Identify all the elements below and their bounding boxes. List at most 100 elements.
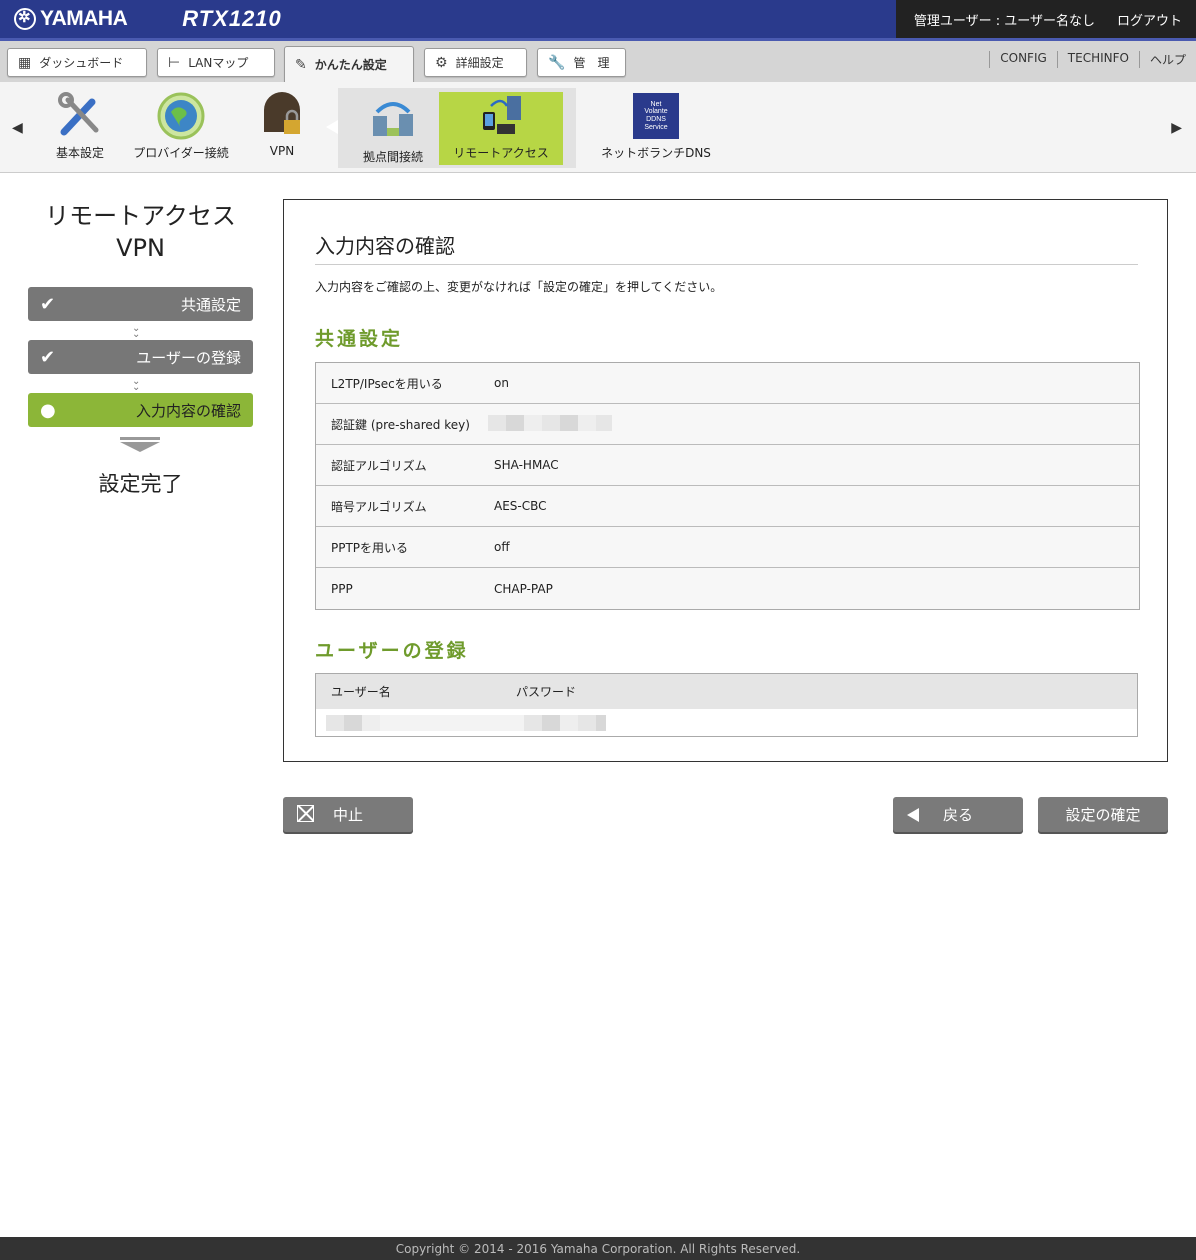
globe-icon [157, 92, 205, 140]
subgroup-pointer [326, 120, 338, 134]
masked-password [524, 715, 606, 731]
wizard-title: リモートアクセス VPN [28, 200, 253, 264]
tab-label: 詳細設定 [455, 56, 504, 70]
icon-item-basic-setup[interactable]: 基本設定 [50, 92, 110, 161]
row-key: PPP [331, 581, 353, 596]
ddns-icon: Net Volante DDNS Service [632, 92, 680, 140]
tab-manage[interactable]: 🔧 管 理 [537, 48, 626, 77]
table-row: 認証アルゴリズム SHA-HMAC [316, 445, 1139, 486]
row-value: CHAP-PAP [494, 581, 553, 596]
yamaha-logo: YAMAHA [14, 7, 128, 31]
row-value-masked [488, 414, 1139, 434]
icon-item-provider[interactable]: プロバイダー接続 [128, 92, 234, 161]
tab-lanmap[interactable]: ⊢ LANマップ [157, 48, 275, 77]
site-to-site-icon [369, 96, 417, 144]
table-row: 暗号アルゴリズム AES-CBC [316, 486, 1139, 527]
help-link[interactable]: ヘルプ [1138, 51, 1196, 68]
icon-item-label: 基本設定 [55, 146, 104, 160]
top-links: CONFIG TECHINFO ヘルプ [989, 51, 1196, 68]
function-icon-strip: ◀ 基本設定 プロバイダー接続 VPN 拠点間接続 リモートアクセス Net V… [0, 82, 1196, 173]
tab-label: LANマップ [188, 56, 249, 70]
column-header: パスワード [516, 685, 577, 699]
wizard-step-users: ✔ ユーザーの登録 [28, 340, 253, 374]
wizard-step-common: ✔ 共通設定 [28, 287, 253, 321]
users-table: ユーザー名 パスワード [315, 673, 1138, 737]
row-value: off [494, 540, 510, 554]
table-row: 認証鍵 (pre-shared key) [316, 404, 1139, 445]
icon-item-vpn[interactable]: VPN [255, 92, 309, 158]
wizard-title-main: リモートアクセス [45, 202, 236, 230]
logout-link[interactable]: ログアウト [1117, 10, 1182, 29]
check-icon: ✔ [40, 293, 56, 315]
check-icon: ✔ [40, 346, 56, 368]
ddns-badge-net: Net [650, 100, 662, 108]
footer-copyright: Copyright © 2014 - 2016 Yamaha Corporati… [0, 1237, 1196, 1260]
tab-label: 管 理 [573, 56, 610, 70]
remote-access-icon [477, 92, 525, 140]
step-label: 入力内容の確認 [135, 401, 241, 420]
tab-label: かんたん設定 [314, 58, 387, 72]
row-value: on [494, 376, 509, 390]
techinfo-link[interactable]: TECHINFO [1056, 51, 1139, 68]
row-value: SHA-HMAC [494, 458, 559, 472]
down-arrow-icon [120, 437, 160, 457]
wizard-title-sub: VPN [116, 234, 165, 262]
step-chevron-icon: ⌄ ⌄ [132, 323, 141, 340]
table-row: PPTPを用いる off [316, 527, 1139, 568]
row-key: PPTPを用いる [331, 540, 409, 555]
tools-icon [56, 92, 104, 140]
back-arrow-icon [907, 805, 919, 822]
wizard-step-confirm: ● 入力内容の確認 [28, 393, 253, 427]
common-settings-table: L2TP/IPsecを用いる on 認証鍵 (pre-shared key) 認… [315, 362, 1140, 610]
row-key: 認証アルゴリズム [331, 458, 427, 473]
row-key: 暗号アルゴリズム [331, 499, 427, 514]
tab-advanced[interactable]: ⚙ 詳細設定 [424, 48, 527, 77]
scroll-right-icon[interactable]: ▶ [1171, 120, 1182, 136]
tab-label: ダッシュボード [39, 56, 124, 70]
confirm-settings-button[interactable]: 設定の確定 [1038, 797, 1168, 832]
wizard-final-step: 設定完了 [98, 472, 183, 496]
cancel-button[interactable]: 中止 [283, 797, 413, 832]
back-button[interactable]: 戻る [893, 797, 1023, 832]
lanmap-icon: ⊢ [168, 54, 181, 71]
users-table-header: ユーザー名 パスワード [316, 674, 1137, 709]
button-label: 戻る [942, 806, 973, 824]
page-description: 入力内容をご確認の上、変更がなければ「設定の確定」を押してください。 [315, 280, 723, 294]
section-title-users: ユーザーの登録 [315, 640, 469, 662]
gear-icon: ⚙ [435, 54, 448, 71]
ddns-badge-service: Service [644, 123, 668, 131]
brand-name: YAMAHA [40, 7, 128, 30]
current-pin-icon: ● [40, 399, 56, 421]
vpn-lock-icon [258, 92, 306, 140]
wrench-icon: 🔧 [548, 54, 566, 71]
ddns-badge-volante: Volante [644, 108, 668, 116]
user-area: 管理ユーザー : ユーザー名なし ログアウト [896, 0, 1196, 38]
icon-item-netvolante-dns[interactable]: Net Volante DDNS Service ネットボランチDNS [596, 92, 716, 161]
icon-item-remote-access[interactable]: リモートアクセス [439, 92, 563, 165]
config-link[interactable]: CONFIG [989, 51, 1057, 68]
title-divider [315, 264, 1138, 265]
masked-value [488, 414, 612, 431]
icon-item-label: ネットボランチDNS [601, 146, 711, 160]
cancel-icon [297, 805, 314, 822]
row-key: L2TP/IPsecを用いる [331, 376, 443, 391]
page-title: 入力内容の確認 [315, 234, 455, 258]
step-label: ユーザーの登録 [136, 348, 241, 367]
icon-item-site-to-site[interactable]: 拠点間接続 [357, 96, 429, 165]
icon-item-label: プロバイダー接続 [133, 146, 229, 160]
scroll-left-icon[interactable]: ◀ [12, 120, 23, 136]
wand-icon: ✎ [295, 56, 307, 73]
step-label: 共通設定 [180, 295, 241, 314]
main-nav: ▦ ダッシュボード ⊢ LANマップ ✎ かんたん設定 ⚙ 詳細設定 🔧 管 理… [0, 41, 1196, 82]
row-key: 認証鍵 (pre-shared key) [331, 417, 470, 432]
tab-dashboard[interactable]: ▦ ダッシュボード [7, 48, 147, 77]
header-bar: YAMAHA RTX1210 管理ユーザー : ユーザー名なし ログアウト [0, 0, 1196, 38]
table-row [316, 709, 1137, 737]
row-value: AES-CBC [494, 499, 547, 513]
confirm-panel: 入力内容の確認 入力内容をご確認の上、変更がなければ「設定の確定」を押してくださ… [283, 199, 1168, 762]
masked-username [326, 715, 380, 731]
tab-easy-setup[interactable]: ✎ かんたん設定 [284, 46, 414, 82]
button-label: 中止 [332, 806, 363, 824]
table-row: PPP CHAP-PAP [316, 568, 1139, 609]
tuning-fork-logo-icon [14, 8, 36, 30]
